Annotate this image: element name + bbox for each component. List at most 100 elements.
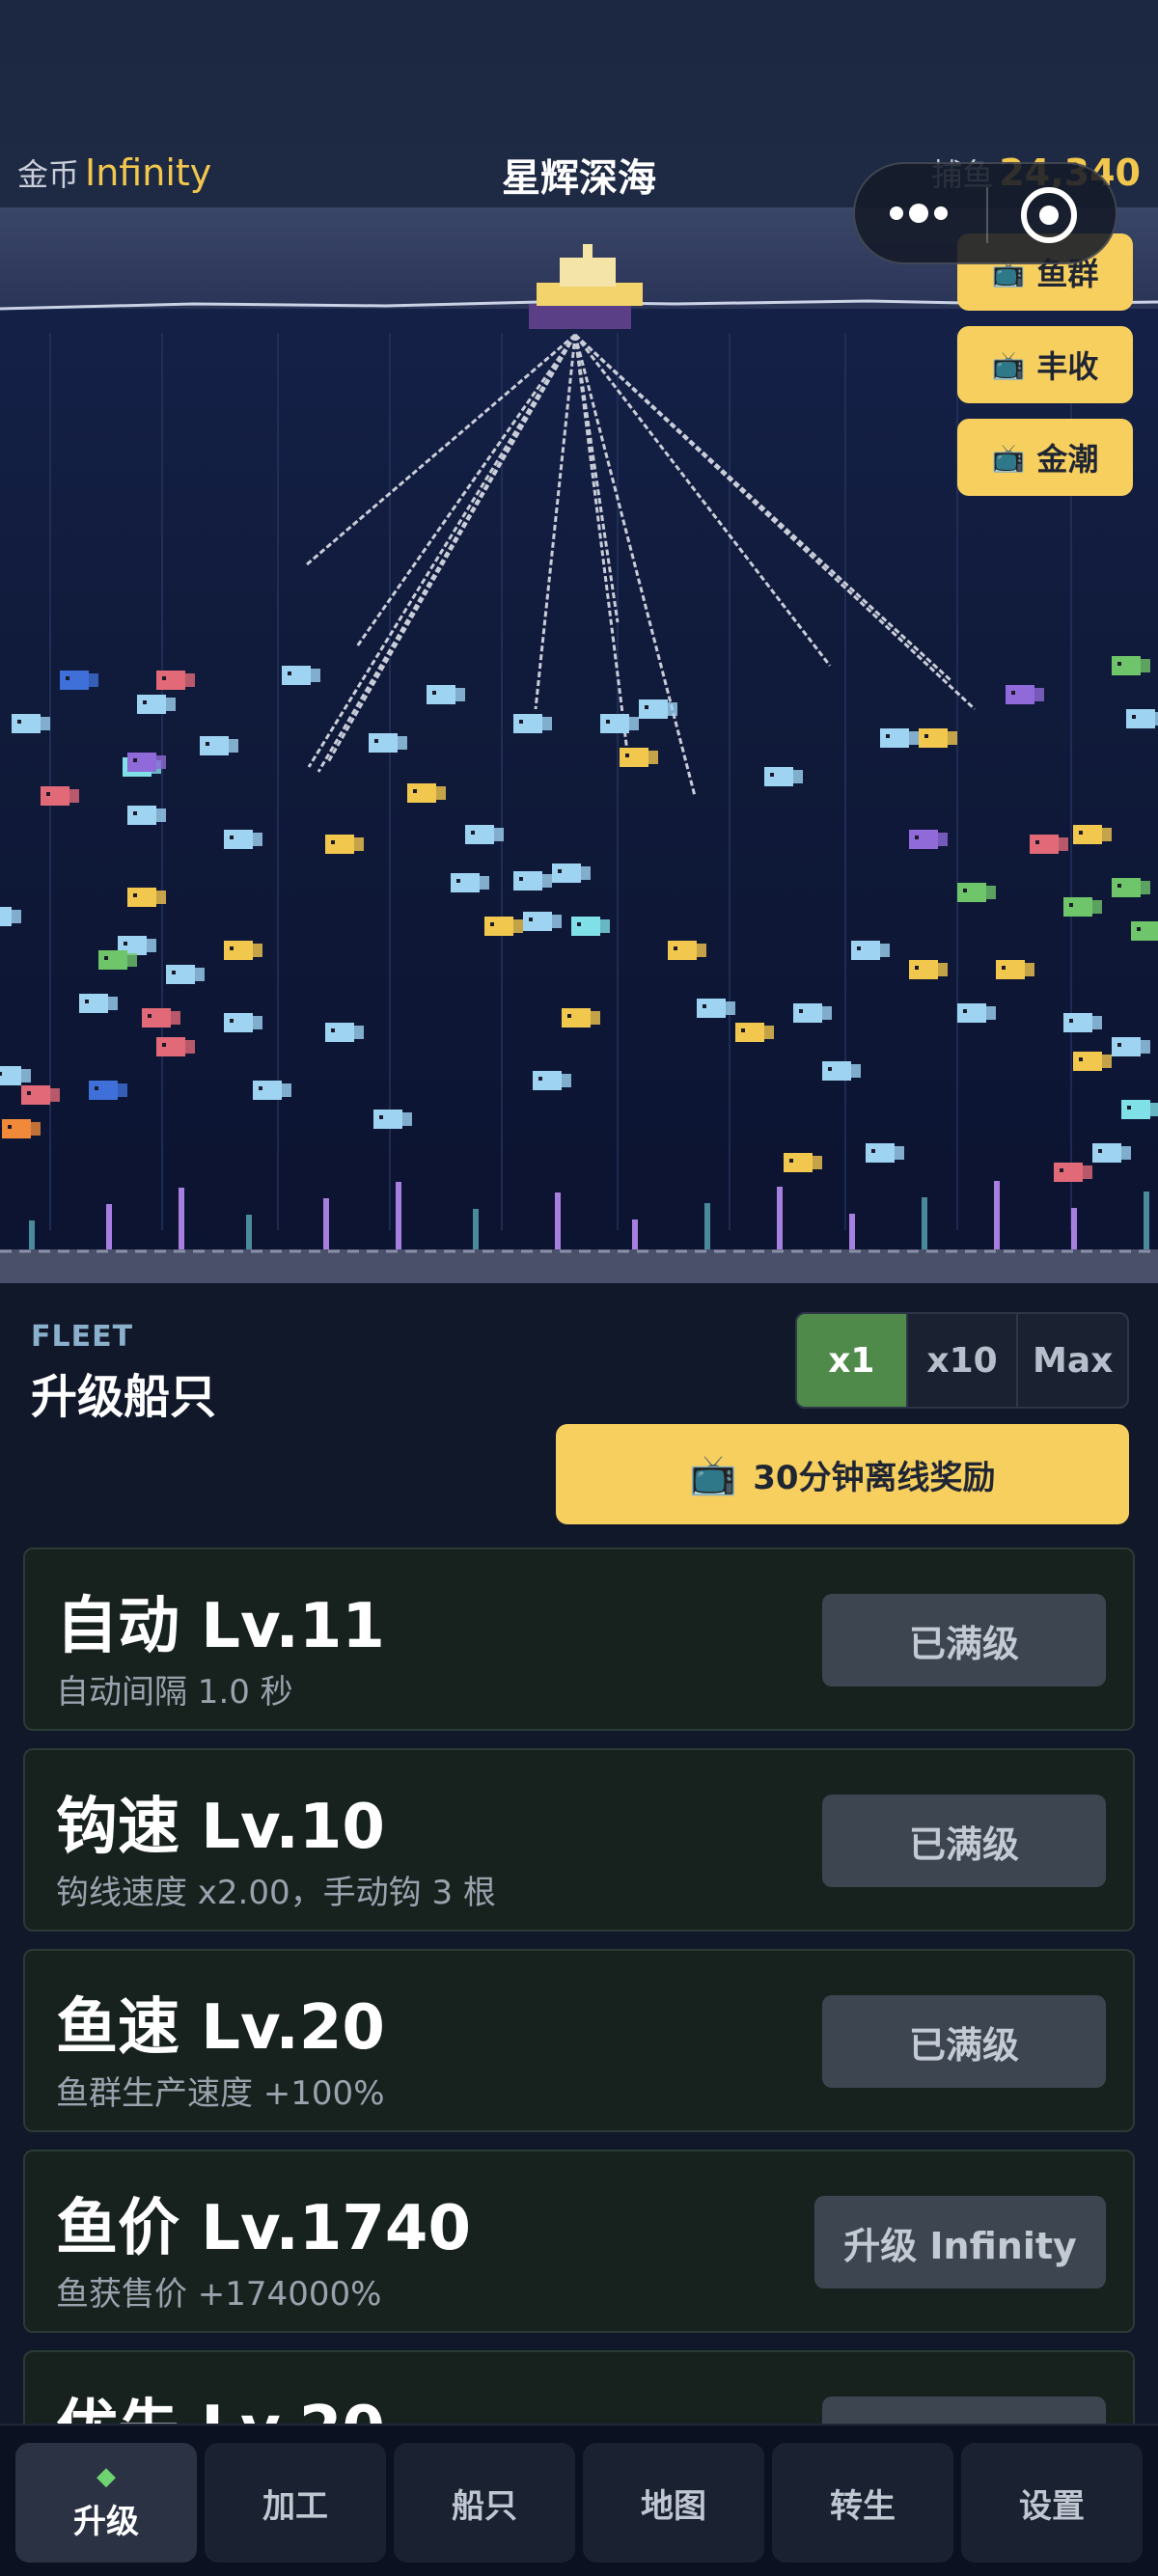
fish-tail [1121, 1146, 1131, 1160]
fish-tail [89, 673, 98, 687]
fish-tail [253, 833, 262, 846]
fish-tail [895, 1146, 904, 1160]
fish [1112, 656, 1141, 675]
fish-tail [813, 1156, 822, 1169]
tab-ships[interactable]: 船只 [394, 2443, 575, 2562]
upgrade-button[interactable]: 升级 Infinity [814, 2196, 1106, 2288]
fish-eye [645, 705, 648, 709]
fish-tail [629, 717, 639, 730]
fish-eye [85, 1000, 89, 1003]
fish-eye [148, 1014, 152, 1018]
multiplier-x1[interactable]: x1 [797, 1314, 906, 1407]
fish-tail [1141, 881, 1150, 894]
fish-tail [1102, 828, 1112, 841]
tab-rebirth[interactable]: 转生 [772, 2443, 953, 2562]
upgrade-card-auto: 自动 Lv.11 自动间隔 1.0 秒 已满级 [23, 1548, 1135, 1731]
tab-settings[interactable]: 设置 [961, 2443, 1143, 2562]
fish [513, 871, 542, 891]
seaweed [994, 1181, 1000, 1249]
fleet-panel: FLEET 升级船只 x1 x10 Max 📺 30分钟离线奖励 自动 Lv.11… [0, 1283, 1158, 2431]
boost-button-gold-tide[interactable]: 📺 金潮 [957, 419, 1133, 496]
fish [224, 830, 253, 849]
tab-label: 加工 [262, 2486, 328, 2526]
fish-tail [581, 866, 591, 880]
fish [142, 1008, 171, 1028]
fish [156, 1037, 185, 1056]
fish-tail [600, 919, 610, 933]
multiplier-x10[interactable]: x10 [905, 1314, 1017, 1407]
fish [1131, 921, 1158, 941]
fish-tail [41, 717, 50, 730]
fish [89, 1081, 118, 1100]
fish-tail [986, 886, 996, 899]
fish-tail [542, 717, 552, 730]
fish [1092, 1143, 1121, 1163]
fish-tail [1150, 1103, 1158, 1116]
fish-tail [726, 1001, 735, 1015]
offline-reward-button[interactable]: 📺 30分钟离线奖励 [556, 1424, 1129, 1524]
fish-eye [519, 877, 523, 881]
fish-eye [331, 1028, 335, 1032]
fish-eye [1069, 903, 1073, 907]
tab-label: 升级 [73, 2502, 139, 2541]
miniprogram-capsule [853, 162, 1117, 264]
fish-eye [577, 922, 581, 926]
fish-tail [986, 1006, 996, 1020]
fish-tail [21, 1069, 31, 1082]
fish-tail [1141, 1040, 1150, 1054]
fish-tail [822, 1006, 832, 1020]
fish [98, 950, 127, 970]
seaweed [555, 1192, 561, 1249]
fish [200, 736, 229, 755]
fish-eye [124, 942, 127, 945]
tab-label: 地图 [641, 2486, 706, 2526]
fish-eye [924, 734, 928, 738]
fish-tail [1141, 659, 1150, 672]
upgrade-name: 鱼速 Lv.20 [56, 1992, 385, 2064]
fish-eye [963, 889, 967, 892]
upgrade-desc: 鱼群生产速度 +100% [56, 2074, 385, 2113]
fish-eye [104, 956, 108, 960]
fish-eye [471, 831, 475, 835]
more-dots-icon[interactable] [890, 201, 957, 230]
fish-tail [562, 1074, 571, 1087]
fish-eye [413, 789, 417, 793]
fish [668, 941, 697, 960]
fish-eye [288, 671, 291, 675]
fish [484, 917, 513, 936]
fish-tail [880, 944, 890, 957]
fish [880, 728, 909, 748]
boost-button-harvest[interactable]: 📺 丰收 [957, 326, 1133, 403]
tab-process[interactable]: 加工 [205, 2443, 386, 2562]
fish [1112, 1037, 1141, 1056]
fish [1112, 878, 1141, 897]
fish-eye [1132, 715, 1136, 719]
fish [764, 767, 793, 786]
fish-tail [147, 939, 156, 952]
multiplier-max[interactable]: Max [1016, 1314, 1127, 1407]
target-close-icon[interactable] [1021, 187, 1077, 243]
fish-eye [529, 918, 533, 921]
seaweed [179, 1188, 184, 1249]
fishing-line [573, 334, 631, 768]
fish [2, 1119, 31, 1138]
upgrade-card-priority: 优先 Lv.20 [23, 2350, 1135, 2431]
fish-eye [915, 966, 919, 970]
tab-upgrade[interactable]: ◆ 升级 [15, 2443, 197, 2562]
upgrade-button[interactable]: 已满级 [822, 1995, 1106, 2088]
fish-eye [46, 792, 50, 796]
tab-map[interactable]: 地图 [583, 2443, 764, 2562]
fish-tail [1025, 963, 1034, 976]
fish-eye [789, 1159, 793, 1163]
fish-eye [1079, 1057, 1083, 1061]
boost-label: 金潮 [1036, 441, 1099, 478]
fish [957, 1003, 986, 1023]
upgrade-button[interactable]: 已满级 [822, 1594, 1106, 1686]
fish-eye [963, 1009, 967, 1013]
upgrade-button[interactable]: 已满级 [822, 1795, 1106, 1887]
fishing-line [573, 333, 952, 682]
fish-eye [1011, 691, 1015, 695]
fish-eye [133, 811, 137, 815]
fish [224, 1013, 253, 1032]
tv-icon: 📺 [689, 1452, 738, 1497]
